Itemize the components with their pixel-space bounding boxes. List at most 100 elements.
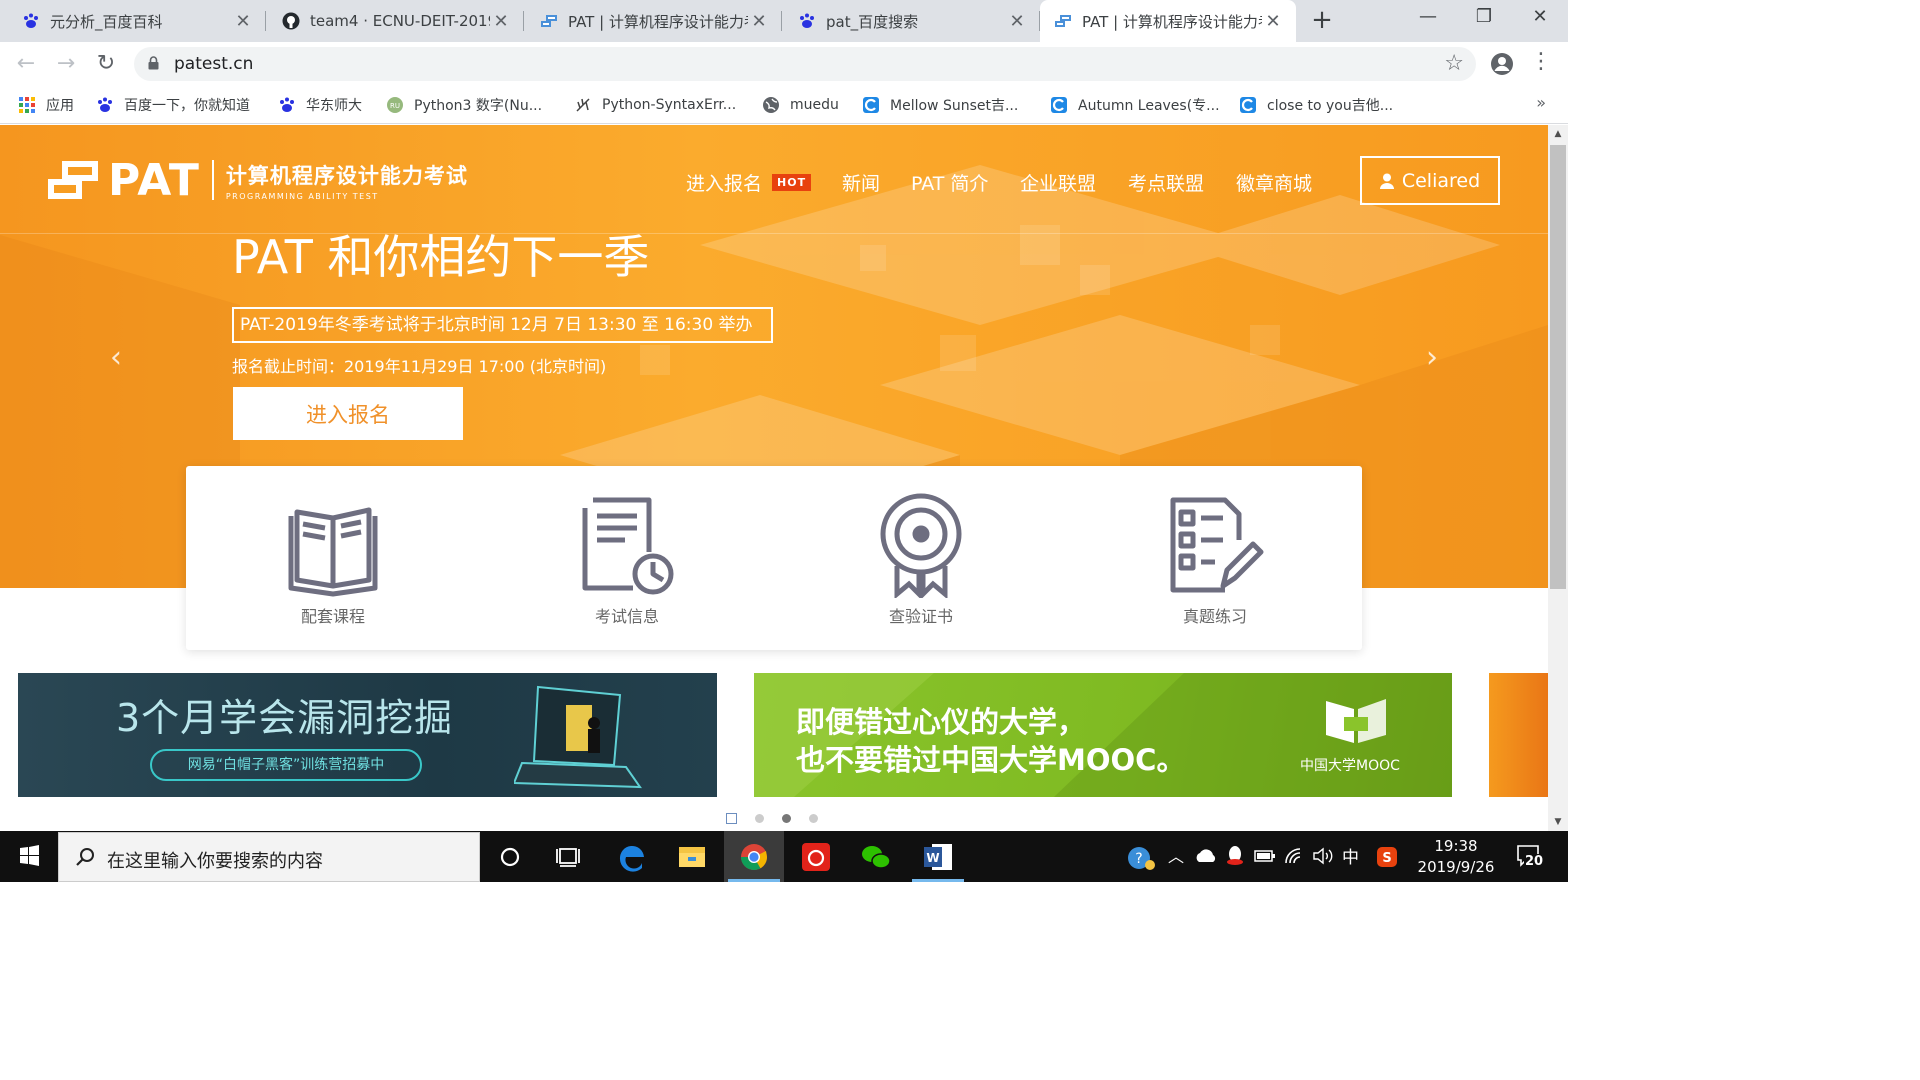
- svg-text:S: S: [1382, 851, 1391, 866]
- feature-practice[interactable]: 真题练习: [1068, 466, 1362, 650]
- tab-pat-1[interactable]: PAT | 计算机程序设计能力考试 ✕: [524, 0, 782, 42]
- tab-baidu-baike[interactable]: 元分析_百度百科 ✕: [0, 0, 266, 42]
- bookmark-label: Python-SyntaxErr...: [602, 97, 737, 113]
- address-bar[interactable]: patest.cn ☆: [134, 47, 1476, 81]
- scroll-down-icon[interactable]: ▼: [1548, 817, 1568, 827]
- bookmark-apps[interactable]: 应用: [18, 94, 74, 116]
- nav-pat-intro[interactable]: PAT 简介: [911, 167, 988, 197]
- reload-button[interactable]: ↻: [92, 50, 120, 78]
- minimize-button[interactable]: —: [1400, 0, 1456, 36]
- promo-banner-mooc[interactable]: 即便错过心仪的大学， 也不要错过中国大学MOOC。 中国大学MOOC: [754, 673, 1452, 797]
- nav-news[interactable]: 新闻: [842, 167, 880, 197]
- file-explorer-icon[interactable]: [662, 831, 722, 882]
- system-clock[interactable]: 19:38 2019/9/26: [1408, 836, 1504, 878]
- tab-pat-baidu[interactable]: pat_百度搜索 ✕: [782, 0, 1040, 42]
- chrome-taskbar-button[interactable]: [724, 831, 784, 882]
- enroll-button[interactable]: 进入报名: [233, 387, 463, 440]
- wifi-icon[interactable]: [1284, 847, 1306, 865]
- bookmark-python3-numbers[interactable]: RU Python3 数字(Nu...: [386, 94, 542, 116]
- feature-label: 考试信息: [594, 607, 659, 626]
- bookmarks-overflow-button[interactable]: »: [1536, 93, 1546, 112]
- menu-kebab-icon[interactable]: ⋮: [1530, 49, 1552, 74]
- nav-enroll[interactable]: 进入报名 HOT: [686, 167, 812, 197]
- promo-banner-partial[interactable]: [1489, 673, 1548, 797]
- scrollbar-thumb[interactable]: [1550, 145, 1566, 589]
- taskbar-search-box[interactable]: 在这里输入你要搜索的内容: [58, 832, 480, 882]
- tab-github[interactable]: team4 · ECNU-DEIT-2019 ✕: [266, 0, 524, 42]
- browser-toolbar: ← → ↻ patest.cn ☆ ⋮: [0, 42, 1568, 86]
- carousel-dot-2[interactable]: [755, 813, 764, 823]
- registration-deadline: 报名截止时间：2019年11月29日 17:00 (北京时间): [232, 357, 607, 376]
- edge-icon[interactable]: [602, 831, 662, 882]
- help-icon[interactable]: ?: [1126, 845, 1156, 871]
- bookmark-close-to-you[interactable]: close to you吉他...: [1239, 94, 1393, 116]
- cortana-icon[interactable]: [480, 831, 540, 882]
- tab-title: PAT | 计算机程序设计能力考试: [568, 12, 748, 31]
- netease-music-icon[interactable]: [786, 831, 846, 882]
- logo-divider: [211, 160, 214, 200]
- tab-pat-active[interactable]: PAT | 计算机程序设计能力考试 ✕: [1040, 0, 1296, 42]
- tab-strip: 元分析_百度百科 ✕ team4 · ECNU-DEIT-2019 ✕ PAT …: [0, 0, 1568, 42]
- nav-enterprise-alliance[interactable]: 企业联盟: [1020, 167, 1096, 197]
- profile-avatar-icon[interactable]: [1490, 52, 1514, 76]
- tab-close-icon[interactable]: ✕: [490, 11, 512, 32]
- user-account-button[interactable]: Celiared: [1360, 156, 1500, 205]
- tab-close-icon[interactable]: ✕: [1262, 11, 1284, 32]
- restore-button[interactable]: ❐: [1456, 0, 1512, 36]
- carousel-prev-icon[interactable]: ‹: [104, 343, 128, 373]
- scroll-up-icon[interactable]: ▲: [1548, 129, 1568, 139]
- wechat-icon[interactable]: [846, 831, 906, 882]
- forward-button[interactable]: →: [52, 50, 80, 78]
- apps-grid-icon: [19, 97, 35, 113]
- windows-start-icon[interactable]: [0, 831, 58, 882]
- promo-carousel: 3个月学会漏洞挖掘 网易“白帽子黑客”训练营招募中 即便错过心仪的大学， 也不要…: [0, 673, 1548, 797]
- nav-test-site-alliance[interactable]: 考点联盟: [1128, 167, 1204, 197]
- page-scrollbar[interactable]: ▲ ▼: [1548, 125, 1568, 831]
- tray-expand-icon[interactable]: ︿: [1168, 843, 1184, 867]
- action-center-button[interactable]: 20: [1516, 844, 1545, 869]
- sogou-ime-icon[interactable]: S: [1376, 846, 1398, 868]
- bookmark-mellow-sunset[interactable]: Mellow Sunset吉...: [862, 94, 1018, 116]
- feature-panel: 配套课程 考试信息 查验证书 真题练习: [186, 466, 1362, 650]
- bookmark-ecnu[interactable]: 华东师大: [278, 94, 362, 116]
- tab-title: 元分析_百度百科: [50, 12, 163, 31]
- exam-notice: PAT-2019年冬季考试将于北京时间 12月 7日 13:30 至 16:30…: [232, 307, 773, 343]
- feature-verify-certificate[interactable]: 查验证书: [774, 466, 1068, 650]
- tab-title: pat_百度搜索: [826, 12, 919, 31]
- tab-close-icon[interactable]: ✕: [1006, 11, 1028, 32]
- bookmark-star-icon[interactable]: ☆: [1444, 51, 1464, 76]
- bookmark-label: 应用: [46, 98, 74, 114]
- promo-banner-hacker[interactable]: 3个月学会漏洞挖掘 网易“白帽子黑客”训练营招募中: [18, 673, 717, 797]
- carousel-dot-3[interactable]: [782, 813, 791, 823]
- carousel-next-icon[interactable]: ›: [1420, 343, 1444, 373]
- pat-logo[interactable]: PAT 计算机程序设计能力考试 PROGRAMMING ABILITY TEST: [48, 155, 468, 206]
- close-window-button[interactable]: ✕: [1512, 0, 1568, 36]
- new-tab-button[interactable]: +: [1308, 6, 1336, 34]
- bookmark-label: Autumn Leaves(专...: [1078, 98, 1220, 114]
- promo-subtitle: 网易“白帽子黑客”训练营招募中: [150, 749, 422, 781]
- bookmark-autumn-leaves[interactable]: Autumn Leaves(专...: [1050, 94, 1220, 116]
- csdn-icon: [1240, 97, 1256, 113]
- task-view-icon[interactable]: [538, 831, 598, 882]
- logo-english-title: PROGRAMMING ABILITY TEST: [225, 191, 379, 201]
- bookmark-muedu[interactable]: muedu: [762, 94, 839, 116]
- ime-indicator[interactable]: 中: [1342, 843, 1359, 868]
- clock-date: 2019/9/26: [1417, 858, 1495, 876]
- feature-courses[interactable]: 配套课程: [186, 466, 480, 650]
- qq-icon[interactable]: [1226, 845, 1244, 867]
- nav-badge-store[interactable]: 徽章商城: [1236, 167, 1312, 197]
- battery-icon[interactable]: [1254, 849, 1276, 863]
- feature-exam-info[interactable]: 考试信息: [480, 466, 774, 650]
- back-button[interactable]: ←: [12, 50, 40, 78]
- bookmark-python-syntaxerror[interactable]: Python-SyntaxErr...: [574, 94, 736, 116]
- carousel-dot-1[interactable]: [726, 812, 737, 824]
- volume-icon[interactable]: [1312, 847, 1334, 865]
- carousel-dot-4[interactable]: [809, 813, 818, 823]
- onedrive-icon[interactable]: [1194, 848, 1218, 864]
- tab-close-icon[interactable]: ✕: [232, 11, 254, 32]
- bookmark-baidu[interactable]: 百度一下，你就知道: [96, 94, 250, 116]
- word-taskbar-button[interactable]: W: [908, 831, 968, 882]
- bookmark-label: 百度一下，你就知道: [124, 98, 250, 114]
- tab-close-icon[interactable]: ✕: [748, 11, 770, 32]
- certificate-medal-icon: [880, 493, 962, 598]
